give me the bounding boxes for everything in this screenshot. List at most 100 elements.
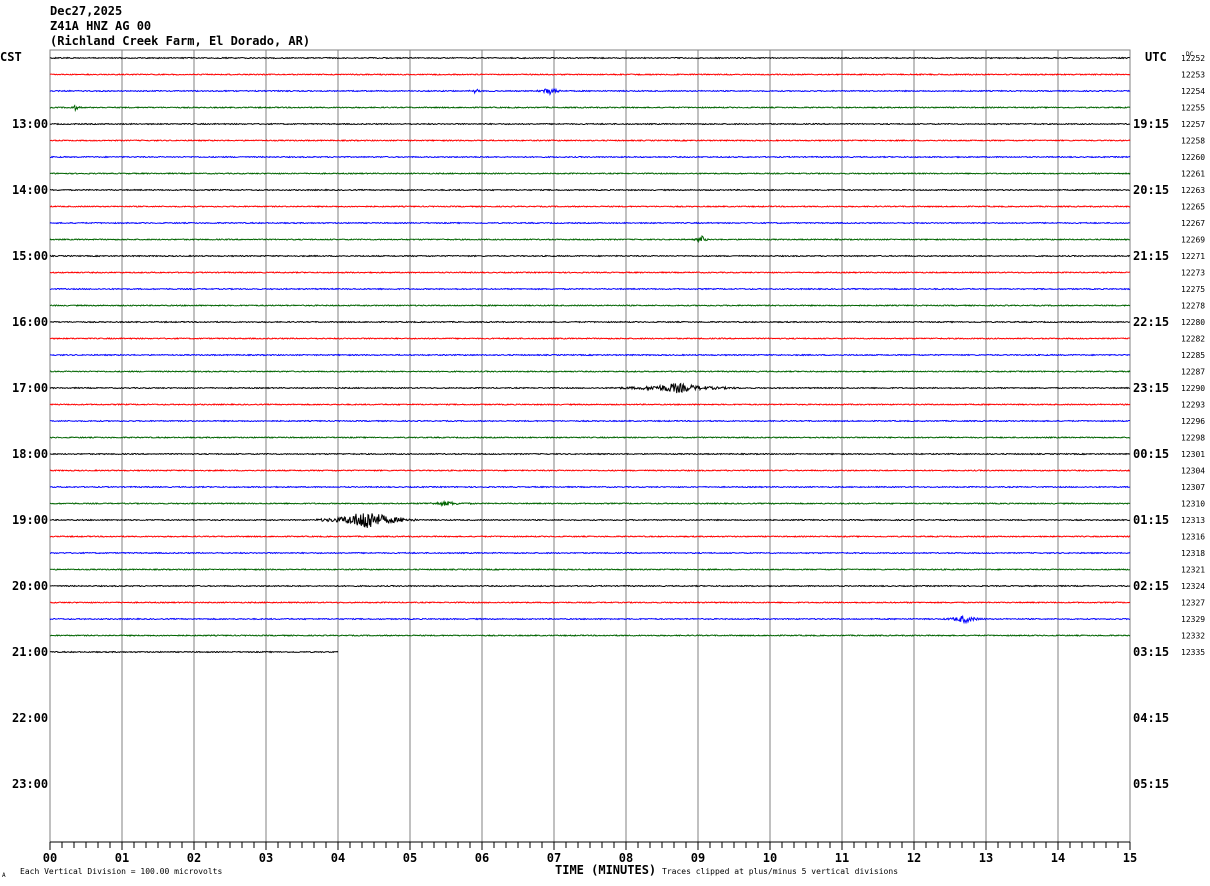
utc-hour-label: 04:15 [1133,711,1169,725]
utc-hour-label: 20:15 [1133,183,1169,197]
x-tick-label: 02 [187,851,201,865]
dc-offset-label: 12263 [1181,186,1205,195]
seismic-trace [49,172,1131,175]
dc-offset-label: 12327 [1181,599,1205,608]
seismic-trace [49,382,1130,394]
cst-hour-label: 21:00 [12,645,48,659]
seismic-trace [49,499,1131,508]
dc-offset-label: 12293 [1181,401,1205,410]
x-tick-label: 13 [979,851,993,865]
utc-hour-label: 03:15 [1133,645,1169,659]
seismic-trace [49,452,1131,456]
x-tick-label: 03 [259,851,273,865]
cst-hour-label: 18:00 [12,447,48,461]
seismic-trace [49,254,1131,258]
x-tick-label: 04 [331,851,345,865]
seismic-trace [49,353,1131,357]
x-tick-label: 00 [43,851,57,865]
seismic-trace [49,122,1131,126]
cst-hour-label: 14:00 [12,183,48,197]
cst-hour-label: 19:00 [12,513,48,527]
x-tick-label: 12 [907,851,921,865]
seismic-trace [49,235,1131,244]
utc-hour-label: 21:15 [1133,249,1169,263]
clip-note: Traces clipped at plus/minus 5 vertical … [662,867,898,876]
dc-offset-label: 12271 [1181,252,1205,261]
seismic-trace [49,614,1131,625]
dc-offset-label: 12301 [1181,450,1205,459]
seismic-trace [49,469,1130,472]
utc-hour-label: 05:15 [1133,777,1169,791]
seismic-trace [49,513,1131,528]
utc-hour-label: 00:15 [1133,447,1169,461]
utc-hour-label: 22:15 [1133,315,1169,329]
seismic-trace [49,205,1131,208]
seismic-trace [49,634,1131,637]
x-tick-label: 15 [1123,851,1137,865]
dc-offset-label: 12307 [1181,483,1205,492]
dc-offset-label: 12321 [1181,566,1205,575]
x-tick-label: 11 [835,851,849,865]
cst-hour-label: 17:00 [12,381,48,395]
cst-hour-label: 23:00 [12,777,48,791]
plot-frame [49,49,1131,843]
seismic-trace [49,650,339,654]
cst-hour-label: 15:00 [12,249,48,263]
dc-offset-label: 12280 [1181,318,1205,327]
dc-offset-label: 12313 [1181,516,1205,525]
seismic-trace [49,188,1131,192]
x-tick-label: 05 [403,851,417,865]
seismic-trace [49,73,1131,76]
seismic-trace [49,436,1131,439]
utc-hour-label: 01:15 [1133,513,1169,527]
utc-hour-label: 23:15 [1133,381,1169,395]
dc-offset-label: 12252 [1181,54,1205,63]
cst-hour-label: 13:00 [12,117,48,131]
dc-offset-label: 12255 [1181,104,1205,113]
dc-offset-label: 12332 [1181,632,1205,641]
dc-offset-label: 12335 [1181,648,1205,657]
seismic-trace [49,337,1131,340]
dc-offset-label: 12275 [1181,285,1205,294]
seismic-trace [49,104,1131,113]
seismic-trace [49,271,1131,274]
dc-offset-label: 12253 [1181,71,1205,80]
dc-offset-label: 12273 [1181,269,1205,278]
dc-offset-label: 12265 [1181,203,1205,212]
dc-offset-label: 12258 [1181,137,1205,146]
cst-hour-label: 20:00 [12,579,48,593]
dc-offset-label: 12285 [1181,351,1205,360]
dc-offset-label: 12287 [1181,368,1205,377]
dc-offset-label: 12290 [1181,384,1205,393]
cst-hour-label: 16:00 [12,315,48,329]
scale-note: Each Vertical Division = 100.00 microvol… [20,867,222,876]
dc-offset-label: 12261 [1181,170,1205,179]
seismic-trace [49,221,1131,225]
dc-offset-label: 12324 [1181,582,1205,591]
seismic-trace [50,601,1131,604]
x-tick-label: 10 [763,851,777,865]
seismic-trace [49,485,1131,489]
x-tick-label: 01 [115,851,129,865]
x-tick-label: 14 [1051,851,1065,865]
cst-hour-label: 22:00 [12,711,48,725]
seismic-trace [49,419,1130,423]
dc-offset-label: 12329 [1181,615,1205,624]
helicorder-plot: Dec27,2025 Z41A HNZ AG 00 (Richland Cree… [0,4,1205,879]
date-label: Dec27,2025 [50,4,122,18]
right-timezone-label: UTC [1145,50,1167,64]
dc-offset-label: 12269 [1181,236,1205,245]
seismic-trace [49,304,1131,307]
seismic-trace [49,139,1131,142]
dc-offset-label: 12260 [1181,153,1205,162]
seismic-trace [49,551,1131,555]
dc-offset-label: 12310 [1181,500,1205,509]
dc-offset-label: 12316 [1181,533,1205,542]
station-label: Z41A HNZ AG 00 [50,19,151,33]
seismic-trace [49,535,1131,538]
utc-hour-label: 02:15 [1133,579,1169,593]
seismic-trace [49,87,1131,97]
dc-offset-label: 12296 [1181,417,1205,426]
x-tick-label: 09 [691,851,705,865]
seismic-trace [49,403,1131,406]
